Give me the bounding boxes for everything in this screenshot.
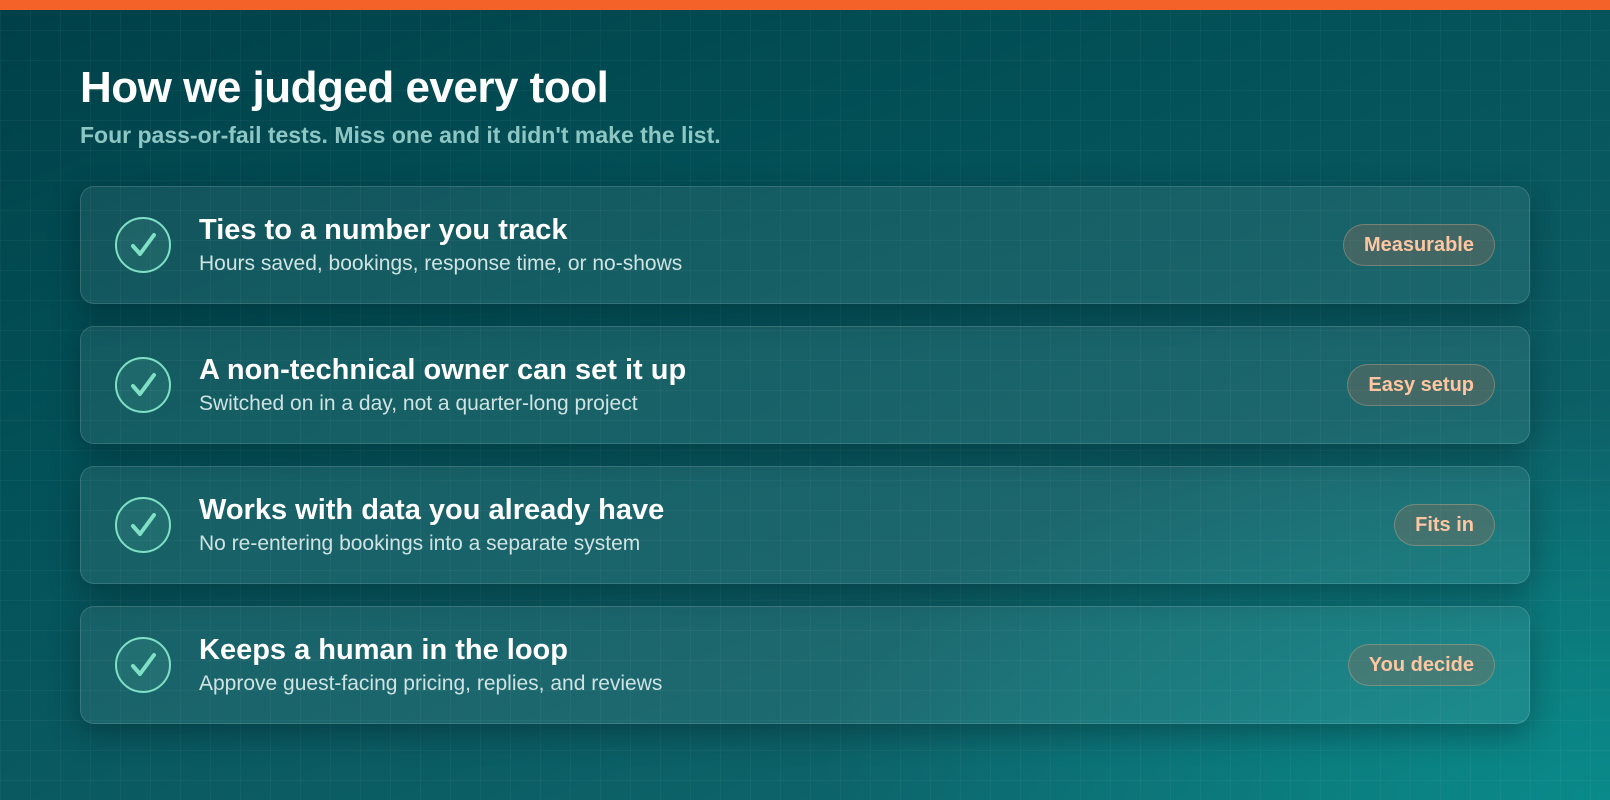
criterion-title: Ties to a number you track bbox=[199, 214, 568, 246]
criterion-badge: You decide bbox=[1347, 644, 1495, 686]
criterion-text: Ties to a number you track Hours saved, … bbox=[199, 212, 1343, 278]
criterion-text: Works with data you already have No re-e… bbox=[199, 492, 1394, 558]
criterion-card: A non-technical owner can set it up Swit… bbox=[80, 326, 1530, 444]
criterion-badge: Easy setup bbox=[1347, 364, 1495, 406]
check-icon bbox=[115, 217, 171, 273]
criterion-title: A non-technical owner can set it up bbox=[199, 354, 687, 386]
criterion-badge: Measurable bbox=[1342, 224, 1495, 266]
criterion-description: Approve guest-facing pricing, replies, a… bbox=[199, 672, 663, 695]
criterion-card: Keeps a human in the loop Approve guest-… bbox=[80, 606, 1530, 724]
criterion-title: Keeps a human in the loop bbox=[199, 634, 568, 666]
top-accent-bar bbox=[0, 0, 1610, 10]
criterion-badge: Fits in bbox=[1394, 504, 1495, 546]
criteria-list: Ties to a number you track Hours saved, … bbox=[80, 186, 1530, 724]
check-icon bbox=[115, 637, 171, 693]
criterion-text: A non-technical owner can set it up Swit… bbox=[199, 352, 1347, 418]
criterion-description: Hours saved, bookings, response time, or… bbox=[199, 252, 683, 275]
criterion-title: Works with data you already have bbox=[199, 494, 665, 526]
criterion-card: Ties to a number you track Hours saved, … bbox=[80, 186, 1530, 304]
criterion-description: Switched on in a day, not a quarter-long… bbox=[199, 392, 638, 415]
page-subtitle: Four pass-or-fail tests. Miss one and it… bbox=[80, 122, 721, 148]
page-title: How we judged every tool bbox=[80, 63, 609, 112]
criterion-description: No re-entering bookings into a separate … bbox=[199, 532, 641, 555]
main-content: How we judged every tool Four pass-or-fa… bbox=[80, 60, 1530, 724]
criterion-card: Works with data you already have No re-e… bbox=[80, 466, 1530, 584]
check-icon bbox=[115, 357, 171, 413]
check-icon bbox=[115, 497, 171, 553]
criterion-text: Keeps a human in the loop Approve guest-… bbox=[199, 632, 1348, 698]
